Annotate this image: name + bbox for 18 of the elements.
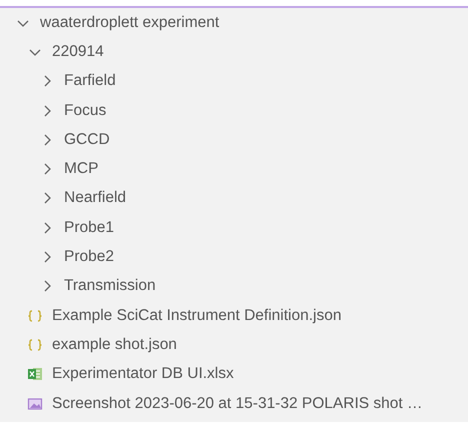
folder-name[interactable]: MCP <box>64 160 98 178</box>
folder-name[interactable]: Probe1 <box>64 218 114 237</box>
file-name[interactable]: Screenshot 2023-06-20 at 15-31-32 POLARIS shot … <box>52 394 422 412</box>
folder-name[interactable]: Transmission <box>64 277 156 296</box>
folder-name[interactable]: Probe2 <box>64 248 114 266</box>
folder-name[interactable]: waaterdroplett experiment <box>40 14 220 32</box>
folder-name[interactable]: Nearfield <box>64 189 126 208</box>
folder-name[interactable]: Farfield <box>64 72 116 90</box>
spreadsheet-icon <box>27 366 43 382</box>
image-file-icon <box>27 396 43 412</box>
file-name[interactable]: example shot.json <box>52 336 177 354</box>
folder-name[interactable]: 220914 <box>52 42 104 61</box>
folder-name[interactable]: GCCD <box>64 130 110 149</box>
file-name[interactable]: Example SciCat Instrument Definition.json <box>52 306 342 325</box>
folder-name[interactable]: Focus <box>64 102 106 120</box>
braces-icon <box>27 308 43 324</box>
file-name[interactable]: Experimentator DB UI.xlsx <box>52 365 234 384</box>
braces-icon <box>27 336 43 353</box>
